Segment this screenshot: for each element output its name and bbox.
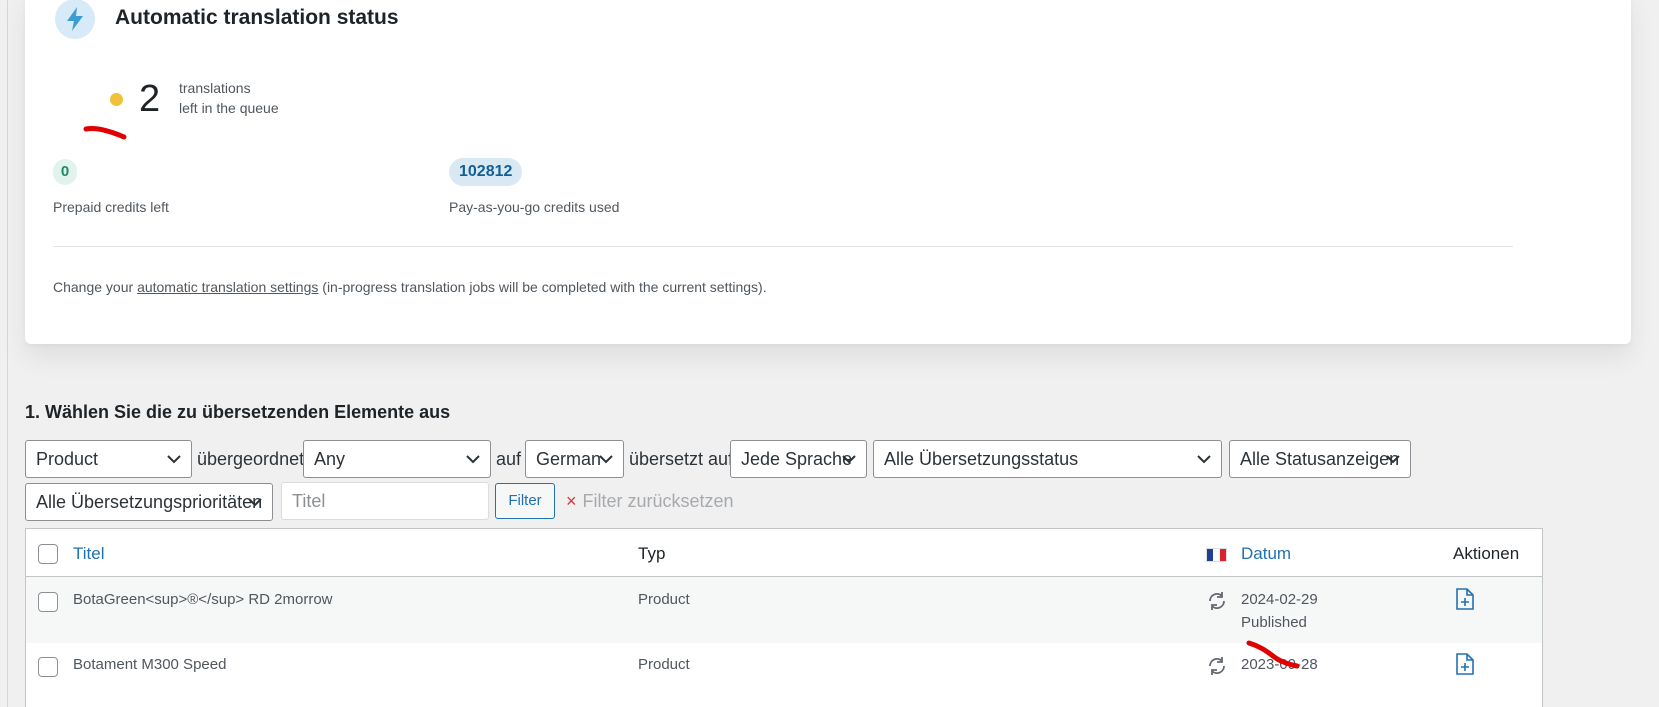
french-flag-icon <box>1206 548 1227 562</box>
settings-suffix: (in-progress translation jobs will be co… <box>318 279 767 295</box>
source-lang-label: auf <box>496 449 522 469</box>
card-divider <box>53 246 1513 247</box>
status-display-value: Alle Statusanzeigen <box>1240 449 1400 469</box>
filter-button[interactable]: Filter <box>495 483 555 519</box>
table-header: Titel Typ Datum Aktionen <box>26 529 1542 577</box>
parent-select[interactable]: Any <box>303 440 491 478</box>
chevron-down-icon <box>248 498 262 507</box>
source-language-select[interactable]: German <box>525 440 624 478</box>
target-language-select[interactable]: Jede Sprache <box>730 440 867 478</box>
prepaid-credits-label: Prepaid credits left <box>53 199 169 215</box>
column-title-header[interactable]: Titel <box>73 544 105 564</box>
red-annotation-mark <box>83 126 127 140</box>
row-checkbox[interactable] <box>38 657 58 677</box>
translation-status-value: Alle Übersetzungsstatus <box>884 449 1079 469</box>
reset-filters-link[interactable]: × Filter zurücksetzen <box>566 491 734 512</box>
chevron-down-icon <box>599 455 613 464</box>
queue-label-line1: translations <box>179 80 251 96</box>
chevron-down-icon <box>1386 455 1400 464</box>
payg-credits-label: Pay-as-you-go credits used <box>449 199 620 215</box>
select-all-checkbox[interactable] <box>38 544 58 564</box>
translated-to-label: übersetzt auf <box>629 449 734 469</box>
title-search-input[interactable]: Titel <box>281 482 489 520</box>
settings-note: Change your automatic translation settin… <box>53 279 767 295</box>
prepaid-credits-badge: 0 <box>53 159 77 185</box>
type-select[interactable]: Product <box>25 440 192 478</box>
settings-prefix: Change your <box>53 279 138 295</box>
parent-label: übergeordnet <box>197 449 305 469</box>
type-select-value: Product <box>36 449 99 469</box>
chevron-down-icon <box>167 455 181 464</box>
translation-items-table: Titel Typ Datum Aktionen BotaGreen<sup>®… <box>25 528 1543 707</box>
priority-select[interactable]: Alle Übersetzungsprioritäten <box>25 483 273 521</box>
row-checkbox[interactable] <box>38 592 58 612</box>
close-icon: × <box>566 491 577 511</box>
priority-select-value: Alle Übersetzungsprioritäten <box>36 492 263 512</box>
queue-count: 2 <box>139 78 161 120</box>
source-language-value: German <box>536 449 602 469</box>
row-type: Product <box>638 656 690 673</box>
refresh-icon <box>1209 657 1225 675</box>
row-title: BotaGreen<sup>®</sup> RD 2morrow <box>73 591 333 608</box>
row-status: Published <box>1241 614 1307 631</box>
table-row: Botament M300 Speed Product 2023-09-28 <box>26 643 1542 703</box>
automatic-translation-settings-link[interactable]: automatic translation settings <box>137 279 318 295</box>
add-document-icon[interactable] <box>1454 652 1476 676</box>
payg-credits-badge: 102812 <box>449 158 523 186</box>
row-title: Botament M300 Speed <box>73 656 227 673</box>
column-date-header[interactable]: Datum <box>1241 544 1291 564</box>
translation-status-select[interactable]: Alle Übersetzungsstatus <box>873 440 1222 478</box>
lightning-bolt-icon <box>55 0 95 39</box>
target-language-value: Jede Sprache <box>741 449 853 469</box>
section-title: 1. Wählen Sie die zu übersetzenden Eleme… <box>25 402 451 422</box>
chevron-down-icon <box>466 455 480 464</box>
queue-label-line2: left in the queue <box>179 100 279 116</box>
card-title: Automatic translation status <box>115 6 399 29</box>
chevron-down-icon <box>842 455 856 464</box>
status-display-select[interactable]: Alle Statusanzeigen <box>1229 440 1411 478</box>
column-actions-header: Aktionen <box>1453 544 1520 563</box>
parent-select-value: Any <box>314 449 346 469</box>
table-row: BotaGreen<sup>®</sup> RD 2morrow Product… <box>26 577 1542 643</box>
chevron-down-icon <box>1197 455 1211 464</box>
page-left-border <box>7 0 8 707</box>
column-type-header: Typ <box>638 544 666 563</box>
red-annotation-mark <box>1246 640 1300 669</box>
row-date: 2024-02-29 <box>1241 591 1318 608</box>
queue-status-dot <box>110 93 123 106</box>
add-document-icon[interactable] <box>1454 587 1476 611</box>
refresh-icon <box>1209 592 1225 610</box>
reset-filters-label: Filter zurücksetzen <box>582 491 734 511</box>
row-type: Product <box>638 591 690 608</box>
